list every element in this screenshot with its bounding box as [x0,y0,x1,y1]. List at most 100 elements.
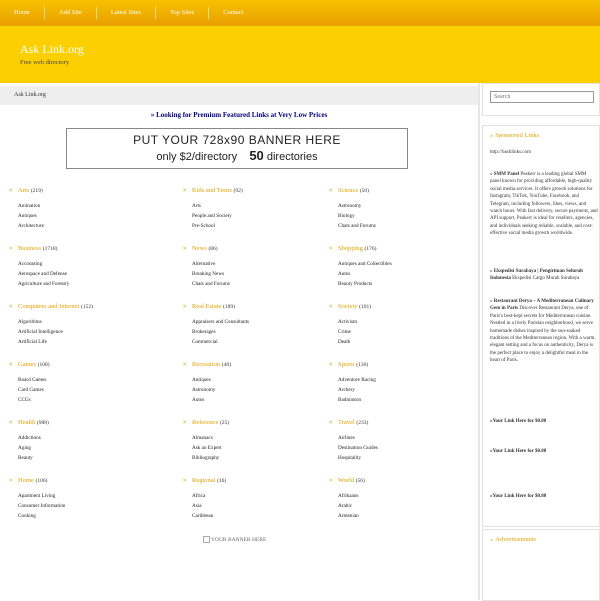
subcategory-link[interactable]: Brokerages [192,327,323,337]
subcategory-link[interactable]: Card Games [18,385,149,395]
subcategory-link[interactable]: Alternative [192,259,323,269]
subcategory-link[interactable]: Algorithms [18,317,149,327]
subcategory-link[interactable]: Armenian [338,511,469,521]
backlinks-link[interactable]: http://backlinks.com [490,149,598,156]
banner-price: only $2/directory [156,151,238,163]
bottom-banner-ad[interactable]: YOUR BANNER HERE [203,536,266,543]
subcategory-link[interactable]: Almanacs [192,433,323,443]
subcategory-link[interactable]: Apartment Living [18,491,149,501]
subcategory-link[interactable]: Commercial [192,337,323,347]
subcategory-link[interactable]: Afrikaans [338,491,469,501]
subcategory-link[interactable]: Autos [338,269,469,279]
your-link-here[interactable]: »Your Link Here for $0.80 [490,418,598,425]
subcategory-link[interactable]: Antiques and Collectibles [338,259,469,269]
your-link-here[interactable]: »Your Link Here for $0.80 [490,448,598,455]
category-link[interactable]: Arts [18,187,29,194]
subcategory-link[interactable]: Ask an Expert [192,443,323,453]
category-link[interactable]: Home [18,477,34,484]
premium-links-promo[interactable]: » Looking for Premium Featured Links at … [0,111,478,119]
category-count: (101) [359,304,372,310]
category-link[interactable]: Kids and Teens [192,187,232,194]
subcategory-link[interactable]: Agriculture and Forestry [18,279,149,289]
subcategory-link[interactable]: CCGs [18,395,149,405]
category-link[interactable]: Computers and Internet [18,303,79,310]
subcategory-link[interactable]: Pre-School [192,221,323,231]
category-regional: » Regional (16) Africa Asia Caribbean [183,476,323,521]
search-input[interactable] [490,91,594,103]
subcategory-link[interactable]: Consumer Information [18,501,149,511]
subcategory-link[interactable]: Beauty [18,453,149,463]
category-link[interactable]: Regional [192,477,215,484]
subcategory-link[interactable]: Hospitality [338,453,469,463]
subcategory-link[interactable]: Caribbean [192,511,323,521]
chevron-right-icon: » [9,476,13,484]
subcategory-link[interactable]: Chats and Forums [338,221,469,231]
site-title[interactable]: Ask Link.org [20,42,84,57]
banner-directories: directories [266,151,318,163]
category-link[interactable]: Recreation [192,361,220,368]
subcategory-link[interactable]: Adventure Racing [338,375,469,385]
subcategory-link[interactable]: Board Games [18,375,149,385]
subcategory-link[interactable]: Arabic [338,501,469,511]
subcategory-link[interactable]: Beauty Products [338,279,469,289]
subcategory-link[interactable]: Autos [192,395,323,405]
subcategory-link[interactable]: Antiques [18,211,149,221]
category-link[interactable]: Society [338,303,358,310]
subcategory-link[interactable]: Addictions [18,433,149,443]
category-link[interactable]: Travel [338,419,355,426]
subcategory-link[interactable]: Biology [338,211,469,221]
chevron-right-icon: » [9,186,13,194]
category-link[interactable]: Health [18,419,35,426]
subcategory-link[interactable]: Cooking [18,511,149,521]
nav-latest-sites[interactable]: Latest Sites [97,7,156,19]
subcategory-link[interactable]: Astronomy [192,385,323,395]
category-link[interactable]: Shopping [338,245,363,252]
subcategory-link[interactable]: Animation [18,201,149,211]
subcategory-link[interactable]: Breaking News [192,269,323,279]
category-link[interactable]: Games [18,361,36,368]
subcategory-link[interactable]: Aerospace and Defense [18,269,149,279]
category-link[interactable]: Science [338,187,358,194]
breadcrumb-home[interactable]: Ask Link.org [14,92,46,98]
category-link[interactable]: Reference [192,419,218,426]
category-link[interactable]: Real Estate [192,303,221,310]
subcategory-link[interactable]: Artificial Life [18,337,149,347]
subcategory-link[interactable]: Aging [18,443,149,453]
subcategory-link[interactable]: Artificial Intelligence [18,327,149,337]
subcategory-link[interactable]: Architecture [18,221,149,231]
nav-contact[interactable]: Contact [209,7,257,19]
category-link[interactable]: World [338,477,354,484]
ad-title-link[interactable]: SMM Panel [494,172,519,177]
subcategory-link[interactable]: Death [338,337,469,347]
subcategory-link[interactable]: People and Society [192,211,323,221]
subcategory-link[interactable]: Crime [338,327,469,337]
category-link[interactable]: Sports [338,361,355,368]
category-count: (233) [356,420,369,426]
top-banner-ad[interactable]: PUT YOUR 728x90 BANNER HERE only $2/dire… [66,128,408,169]
subcategory-link[interactable]: Chats and Forums [192,279,323,289]
subcategory-link[interactable]: Airlines [338,433,469,443]
subcategory-link[interactable]: Activism [338,317,469,327]
subcategory-link[interactable]: Asia [192,501,323,511]
nav-top-sites[interactable]: Top Sites [156,7,210,19]
subcategory-link[interactable]: Badminton [338,395,469,405]
category-link[interactable]: Business [18,245,41,252]
subcategory-link[interactable]: Antiques [192,375,323,385]
sponsored-links-box: Sponsored Links http://backlinks.com » S… [482,125,600,527]
category-count: (92) [233,188,243,194]
nav-add-site[interactable]: Add Site [45,7,97,19]
subcategory-link[interactable]: Appraisers and Consultants [192,317,323,327]
your-link-here[interactable]: »Your Link Here for $0.80 [490,493,598,500]
subcategory-link[interactable]: Archery [338,385,469,395]
subcategory-link[interactable]: Africa [192,491,323,501]
subcategory-link[interactable]: Astronomy [338,201,469,211]
advertisements-heading: Advertisements [490,536,536,543]
subcategory-link[interactable]: Accounting [18,259,149,269]
subcategory-link[interactable]: Arts [192,201,323,211]
subcategory-link[interactable]: Bibliography [192,453,323,463]
nav-home[interactable]: Home [0,7,45,19]
category-sports: » Sports (130) Adventure Racing Archery Bad… [329,360,469,405]
sponsored-ad: » Restaurant Derya – A Mediterranean Cul… [490,299,596,364]
subcategory-link[interactable]: Destination Guides [338,443,469,453]
category-link[interactable]: News [192,245,207,252]
